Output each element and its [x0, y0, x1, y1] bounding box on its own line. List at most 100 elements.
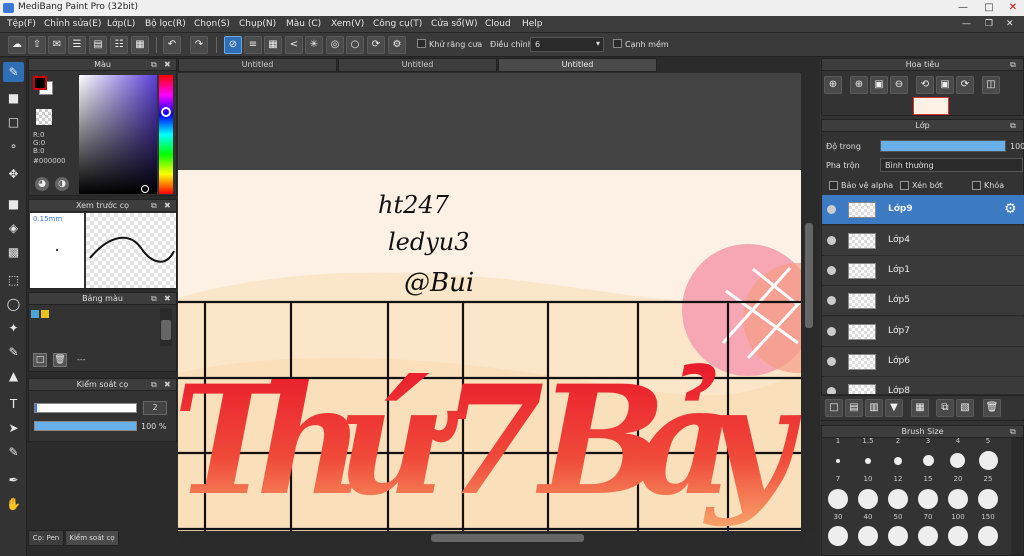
brush-opacity-slider[interactable]: [34, 421, 137, 431]
brush-dot-large[interactable]: [948, 526, 968, 546]
canvas-vertical-scrollbar[interactable]: [802, 73, 816, 531]
undock-icon[interactable]: ⧉: [151, 200, 157, 211]
brush-size-12[interactable]: 12: [885, 475, 911, 483]
eraser-tool-icon[interactable]: ■: [3, 88, 24, 108]
hand-tool-icon[interactable]: ✋: [3, 494, 24, 514]
undock-icon[interactable]: ⧉: [1010, 59, 1016, 70]
zoom-out-icon[interactable]: ⊖: [890, 76, 908, 94]
menu-filter[interactable]: Bộ lọc(R): [145, 19, 186, 29]
new-halftone-layer-icon[interactable]: ▤: [845, 399, 863, 417]
lock-checkbox[interactable]: [972, 181, 981, 190]
soft-edge-checkbox[interactable]: [613, 39, 622, 48]
canvas-viewport[interactable]: ht247 ledyu3 @Bui Thứ 7 Bảy: [178, 73, 801, 531]
brush-size-25[interactable]: 25: [975, 475, 1001, 483]
palette-swatch-blue[interactable]: [31, 310, 39, 318]
brush-dot-100[interactable]: [948, 489, 968, 509]
fill-shape-tool-icon[interactable]: ■: [3, 194, 24, 214]
doc-minimize-button[interactable]: —: [962, 19, 971, 29]
rotate-reset-icon[interactable]: ▣: [936, 76, 954, 94]
no-snap-icon[interactable]: ⊘: [224, 36, 242, 54]
brush-size-1[interactable]: 1: [825, 437, 851, 445]
brush-tool-icon[interactable]: ✎: [3, 62, 24, 82]
menu-window[interactable]: Cửa sổ(W): [431, 19, 477, 29]
antialias-checkbox[interactable]: [417, 39, 426, 48]
zoom-in-icon[interactable]: ⊕: [824, 76, 842, 94]
gear-icon[interactable]: ⚙: [1004, 201, 1017, 217]
select-eraser-tool-icon[interactable]: ▲: [3, 366, 24, 386]
close-icon[interactable]: ✖: [164, 293, 171, 304]
palette-scrollbar[interactable]: [160, 308, 172, 346]
brush-size-scrollbar[interactable]: [1011, 438, 1023, 555]
brush-size-150[interactable]: 150: [975, 513, 1001, 521]
layer-row[interactable]: Lớp8: [822, 377, 1024, 395]
undock-icon[interactable]: ⧉: [151, 379, 157, 390]
horizontal-scroll-thumb[interactable]: [431, 534, 584, 542]
parallel-snap-icon[interactable]: ≡: [244, 36, 262, 54]
minimize-button[interactable]: —: [950, 0, 976, 16]
blend-select[interactable]: Bình thường: [880, 158, 1023, 172]
snap-settings-icon[interactable]: ⚙: [388, 36, 406, 54]
operation-tool-icon[interactable]: ➤: [3, 418, 24, 438]
close-icon[interactable]: ✖: [164, 59, 171, 70]
eye-icon[interactable]: [827, 266, 836, 275]
eye-icon[interactable]: [827, 296, 836, 305]
maximize-button[interactable]: □: [976, 0, 1002, 16]
navigator-thumbnail[interactable]: [913, 97, 949, 115]
delete-layer-icon[interactable]: 🗑: [983, 399, 1001, 417]
eyedropper-tool-icon[interactable]: ✒: [3, 470, 24, 490]
hue-cursor[interactable]: [161, 107, 171, 117]
text-tool-icon[interactable]: T: [3, 394, 24, 414]
duplicate-layer-icon[interactable]: ⧉: [936, 399, 954, 417]
brush-dot-15[interactable]: [923, 455, 934, 466]
brush-size-15[interactable]: 15: [915, 475, 941, 483]
zoom-actual-icon[interactable]: ▣: [870, 76, 888, 94]
brush-dot-25[interactable]: [979, 451, 998, 470]
canvas-artwork[interactable]: ht247 ledyu3 @Bui Thứ 7 Bảy: [178, 73, 801, 531]
brush-size-100[interactable]: 100: [945, 513, 971, 521]
brush-size-3[interactable]: 3: [915, 437, 941, 445]
redo-icon[interactable]: ↷: [190, 36, 208, 54]
flip-icon[interactable]: ◫: [982, 76, 1000, 94]
menu-tools[interactable]: Công cụ(T): [373, 19, 422, 29]
folder-icon[interactable]: ▦: [911, 399, 929, 417]
sv-cursor[interactable]: [141, 185, 149, 193]
brush-size-7[interactable]: 7: [825, 475, 851, 483]
layer-row[interactable]: Lớp4: [822, 226, 1024, 256]
brush-dot-40[interactable]: [858, 489, 878, 509]
transparent-swatch[interactable]: [36, 109, 52, 125]
eye-icon[interactable]: [827, 357, 836, 366]
vertical-scroll-thumb[interactable]: [805, 223, 813, 328]
brush-size-20[interactable]: 20: [945, 475, 971, 483]
doc-close-button[interactable]: ✕: [1006, 19, 1014, 29]
brush-size-10[interactable]: 10: [855, 475, 881, 483]
eye-icon[interactable]: [827, 327, 836, 336]
tab-brush-control[interactable]: Kiểm soát cọ: [65, 530, 119, 546]
select-pen-tool-icon[interactable]: ✎: [3, 342, 24, 362]
clipping-checkbox[interactable]: [900, 181, 909, 190]
doc-restore-button[interactable]: ❐: [985, 19, 993, 29]
new-palette-icon[interactable]: □: [33, 353, 47, 367]
select-rect-tool-icon[interactable]: ⬚: [3, 270, 24, 290]
brush-size-1-5[interactable]: 1.5: [855, 437, 881, 445]
palette-icon[interactable]: ◕: [35, 177, 49, 191]
concentric-snap-icon[interactable]: ◎: [326, 36, 344, 54]
rotate-snap-icon[interactable]: ⟳: [367, 36, 385, 54]
brush-dot-large[interactable]: [918, 526, 938, 546]
menu-color[interactable]: Màu (C): [286, 19, 321, 29]
adjust-select[interactable]: 6 ▾: [530, 37, 604, 52]
layer-row[interactable]: Lớp9 ⚙: [822, 195, 1024, 225]
brush-dot-20[interactable]: [950, 453, 965, 468]
menu-layer[interactable]: Lớp(L): [107, 19, 135, 29]
layer-row[interactable]: Lớp7: [822, 317, 1024, 347]
gradient-tool-icon[interactable]: ▩: [3, 242, 24, 262]
rect-tool-icon[interactable]: □: [3, 112, 24, 132]
undo-icon[interactable]: ↶: [163, 36, 181, 54]
rotate-left-icon[interactable]: ⟲: [916, 76, 934, 94]
bucket-tool-icon[interactable]: ◈: [3, 218, 24, 238]
new-8bit-layer-icon[interactable]: ▥: [865, 399, 883, 417]
menu-view[interactable]: Xem(V): [331, 19, 364, 29]
color-wheel-icon[interactable]: ◑: [55, 177, 69, 191]
rotate-right-icon[interactable]: ⟳: [956, 76, 974, 94]
brush-size-70[interactable]: 70: [915, 513, 941, 521]
brush-size-slider[interactable]: [34, 403, 137, 413]
